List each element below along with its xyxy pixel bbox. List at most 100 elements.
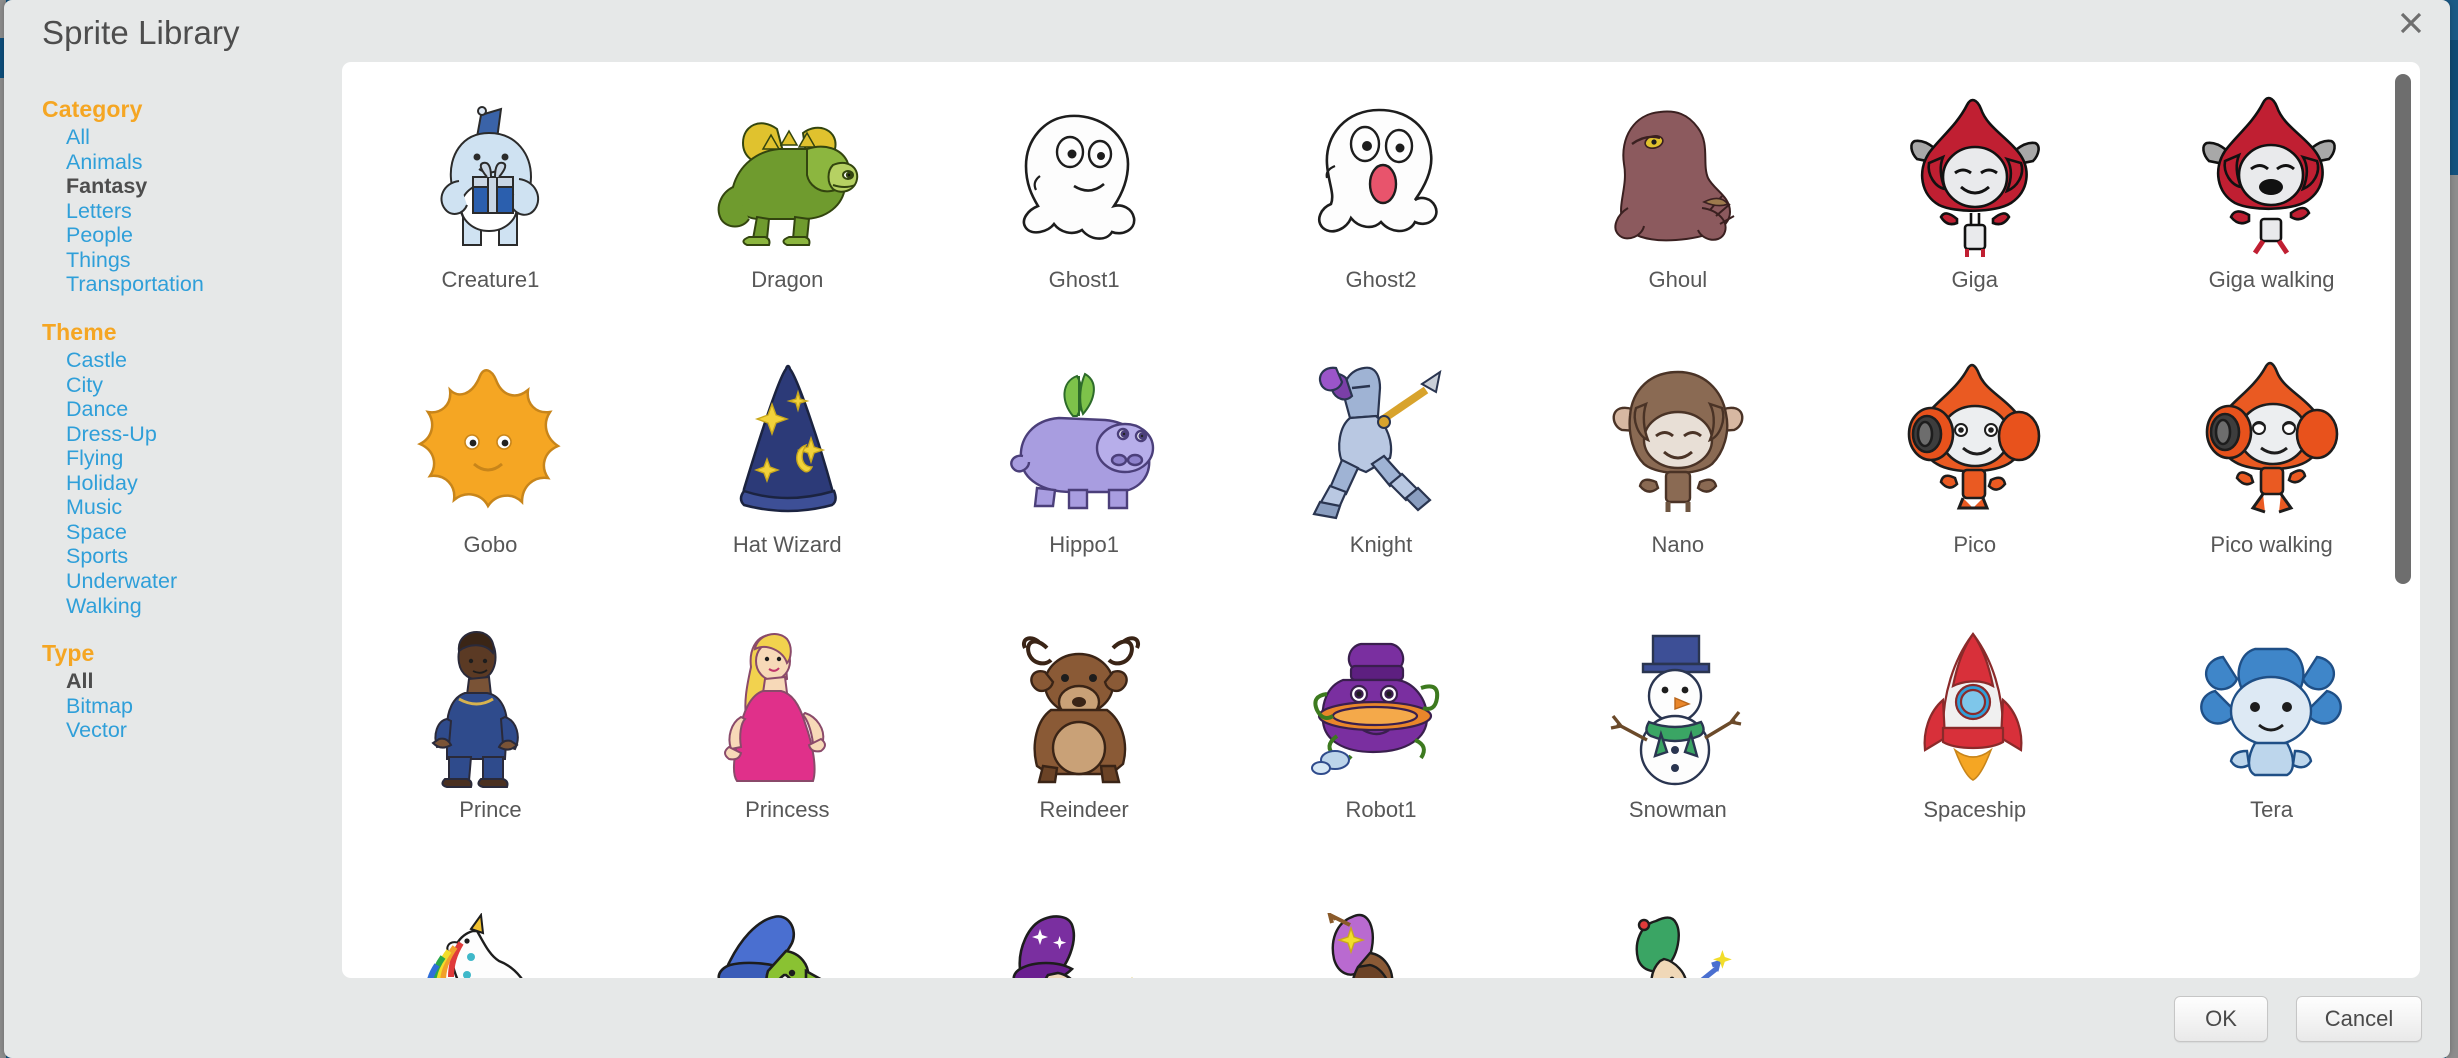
sprite-item-ghoul[interactable]: Ghoul [1529, 82, 1826, 347]
wizard-sprite [999, 885, 1169, 978]
sprite-grid-panel: Creature1 Dragon Ghost1 Ghost2 Ghoul Gig… [342, 62, 2420, 978]
sprite-item-hat-wizard[interactable]: Hat Wizard [639, 347, 936, 612]
close-icon[interactable] [2394, 6, 2428, 40]
sprite-library-dialog: Sprite Library Category All Animals Fantasy… [4, 0, 2450, 1058]
sidebar-item-space[interactable]: Space [42, 520, 320, 545]
sprite-item-creature1[interactable]: Creature1 [342, 82, 639, 347]
sprite-label: Hat Wizard [732, 532, 842, 557]
sidebar-item-animals[interactable]: Animals [42, 150, 320, 175]
sprite-item-nano[interactable]: Nano [1529, 347, 1826, 612]
sidebar-item-transportation[interactable]: Transportation [42, 272, 320, 297]
hippo1-sprite [999, 355, 1169, 530]
sidebar-item-letters[interactable]: Letters [42, 199, 320, 224]
sprite-item-sprite-22[interactable] [639, 877, 936, 978]
prince-sprite [405, 620, 575, 795]
sprite-item-sprite-26[interactable] [1826, 877, 2123, 978]
sprite-label: Nano [1651, 532, 1705, 557]
giga-walking-sprite [2187, 90, 2357, 265]
sprite-label: Tera [2250, 797, 2293, 822]
sprite-label: Spaceship [1923, 797, 2027, 822]
sprite-item-sprite-21[interactable] [342, 877, 639, 978]
cancel-button[interactable]: Cancel [2296, 996, 2422, 1042]
sprite-item-princess[interactable]: Princess [639, 612, 936, 877]
sprite-label: Robot1 [1345, 797, 1417, 822]
sprite-item-hippo1[interactable]: Hippo1 [936, 347, 1233, 612]
sidebar-item-holiday[interactable]: Holiday [42, 471, 320, 496]
sprite-item-pico[interactable]: Pico [1826, 347, 2123, 612]
creature1-sprite [405, 90, 575, 265]
snowman-sprite [1593, 620, 1763, 795]
tera-sprite [2187, 620, 2357, 795]
sprite-label: Snowman [1628, 797, 1727, 822]
sidebar-item-sports[interactable]: Sports [42, 544, 320, 569]
gobo-sprite [405, 355, 575, 530]
sidebar-item-dance[interactable]: Dance [42, 397, 320, 422]
sidebar: Category All Animals Fantasy Letters People Th… [42, 96, 320, 765]
scrollbar[interactable] [2392, 66, 2414, 974]
sprite-label: Hippo1 [1049, 532, 1119, 557]
reindeer-sprite [999, 620, 1169, 795]
scrollbar-thumb[interactable] [2395, 74, 2411, 584]
sidebar-item-castle[interactable]: Castle [42, 348, 320, 373]
sprite-item-sprite-27[interactable] [2123, 877, 2420, 978]
ok-button[interactable]: OK [2174, 996, 2268, 1042]
sprite-item-ghost2[interactable]: Ghost2 [1233, 82, 1530, 347]
sidebar-item-city[interactable]: City [42, 373, 320, 398]
unicorn-sprite [405, 885, 575, 978]
sidebar-group-heading: Type [42, 640, 95, 667]
sprite-label: Princess [745, 797, 830, 822]
sprite-item-giga[interactable]: Giga [1826, 82, 2123, 347]
sidebar-item-flying[interactable]: Flying [42, 446, 320, 471]
sidebar-item-fantasy[interactable]: Fantasy [42, 174, 320, 199]
sidebar-item-dress-up[interactable]: Dress-Up [42, 422, 320, 447]
sprite-item-sprite-25[interactable] [1529, 877, 1826, 978]
hat-wizard-sprite [702, 355, 872, 530]
pico-sprite [1890, 355, 2060, 530]
sprite-label: Reindeer [1039, 797, 1129, 822]
sidebar-group-category: Category All Animals Fantasy Letters People Th… [42, 96, 320, 297]
robot1-sprite [1296, 620, 1466, 795]
sidebar-item-all[interactable]: All [42, 669, 320, 694]
sprite-item-spaceship[interactable]: Spaceship [1826, 612, 2123, 877]
empty-sprite-icon [1890, 885, 2060, 978]
empty-sprite-icon [2187, 885, 2357, 978]
sidebar-item-music[interactable]: Music [42, 495, 320, 520]
sidebar-item-walking[interactable]: Walking [42, 594, 320, 619]
sidebar-item-all[interactable]: All [42, 125, 320, 150]
sprite-item-giga-walking[interactable]: Giga walking [2123, 82, 2420, 347]
ghoul-sprite [1593, 90, 1763, 265]
giga-sprite [1890, 90, 2060, 265]
sprite-item-snowman[interactable]: Snowman [1529, 612, 1826, 877]
sidebar-group-type: Type All Bitmap Vector [42, 640, 320, 743]
sprite-item-reindeer[interactable]: Reindeer [936, 612, 1233, 877]
sidebar-item-underwater[interactable]: Underwater [42, 569, 320, 594]
sidebar-group-heading: Theme [42, 318, 117, 345]
sprite-label: Pico walking [2210, 532, 2333, 557]
sprite-item-knight[interactable]: Knight [1233, 347, 1530, 612]
sprite-label: Prince [459, 797, 522, 822]
sidebar-item-vector[interactable]: Vector [42, 718, 320, 743]
sprite-item-prince[interactable]: Prince [342, 612, 639, 877]
sprite-item-gobo[interactable]: Gobo [342, 347, 639, 612]
sidebar-item-things[interactable]: Things [42, 248, 320, 273]
wizard-girl-sprite [1296, 885, 1466, 978]
dialog-footer: OK Cancel [4, 978, 2450, 1058]
princess-sprite [702, 620, 872, 795]
page-title: Sprite Library [42, 14, 240, 51]
sprite-item-robot1[interactable]: Robot1 [1233, 612, 1530, 877]
sidebar-item-bitmap[interactable]: Bitmap [42, 694, 320, 719]
sprite-item-tera[interactable]: Tera [2123, 612, 2420, 877]
sprite-label: Giga [1951, 267, 1998, 292]
sprite-grid: Creature1 Dragon Ghost1 Ghost2 Ghoul Gig… [342, 62, 2420, 978]
sprite-label: Pico [1953, 532, 1997, 557]
sprite-item-dragon[interactable]: Dragon [639, 82, 936, 347]
sprite-item-pico-walking[interactable]: Pico walking [2123, 347, 2420, 612]
sprite-label: Ghost2 [1345, 267, 1417, 292]
sprite-item-sprite-24[interactable] [1233, 877, 1530, 978]
ghost2-sprite [1296, 90, 1466, 265]
sprite-label: Creature1 [441, 267, 540, 292]
sidebar-item-people[interactable]: People [42, 223, 320, 248]
sprite-item-sprite-23[interactable] [936, 877, 1233, 978]
sprite-item-ghost1[interactable]: Ghost1 [936, 82, 1233, 347]
sprite-label: Ghost1 [1048, 267, 1120, 292]
